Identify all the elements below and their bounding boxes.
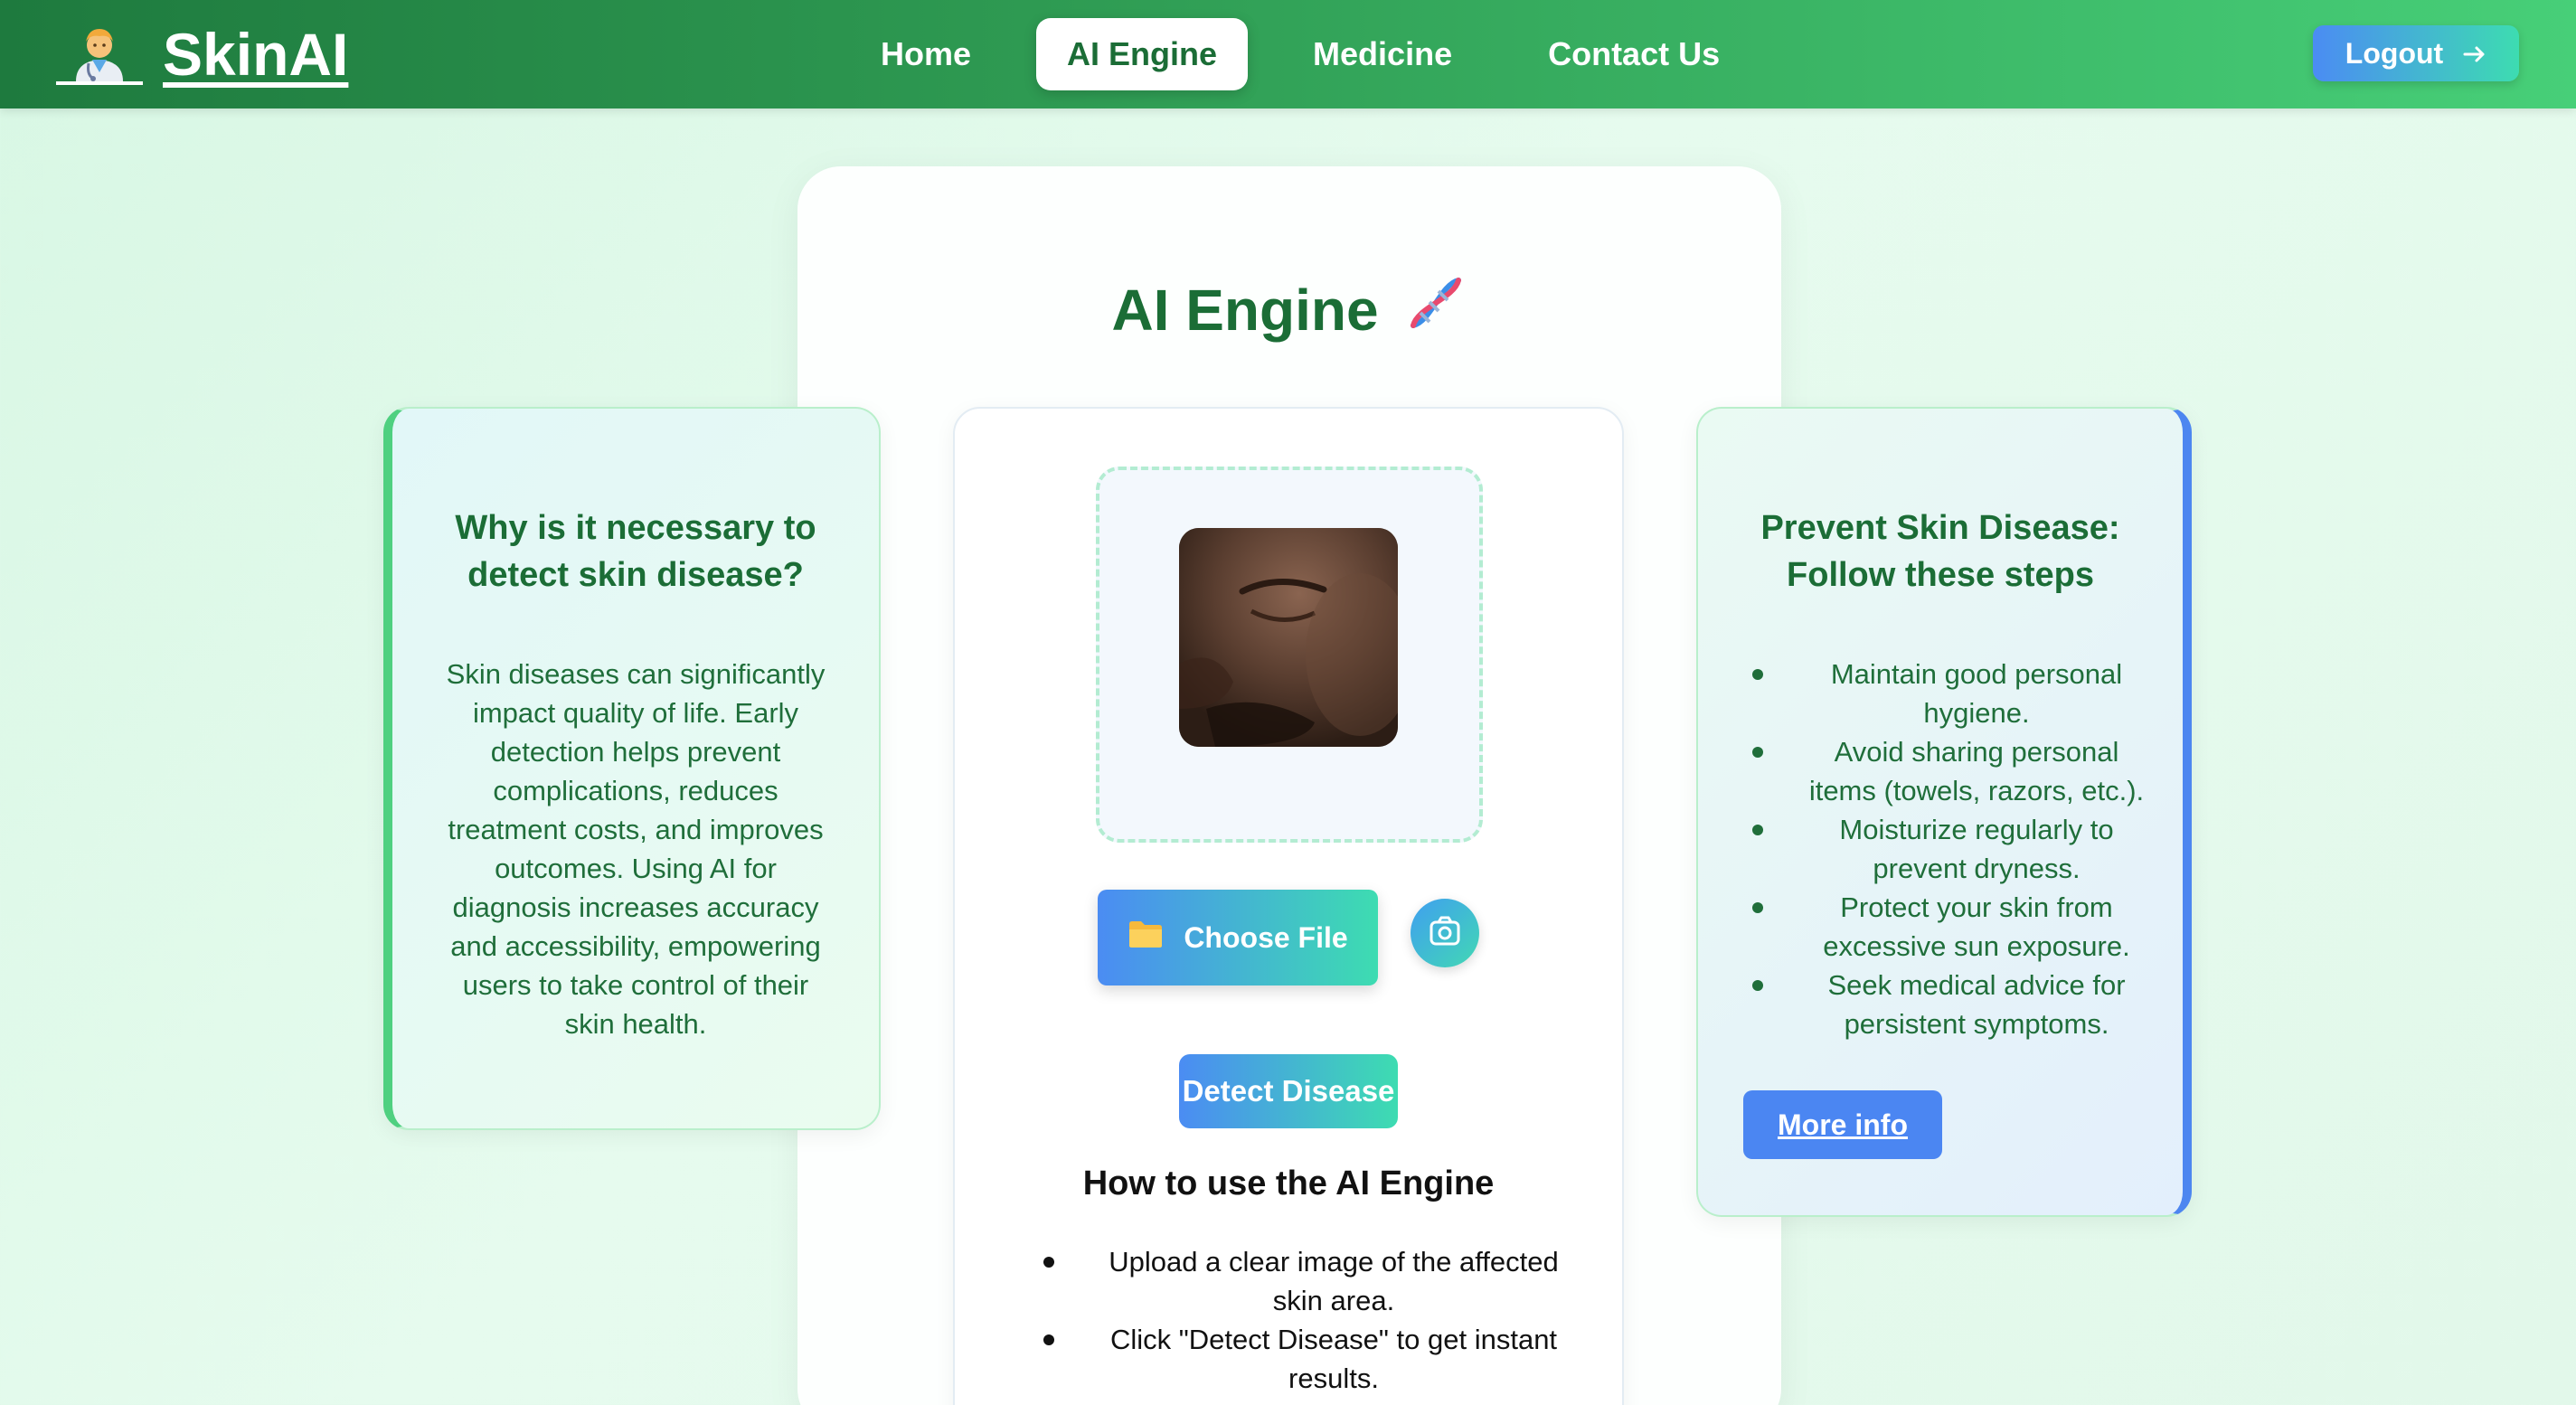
tip-item: Protect your skin from excessive sun exp… bbox=[1752, 888, 2147, 966]
arrow-right-icon bbox=[2463, 37, 2486, 71]
more-info-button[interactable]: More info bbox=[1743, 1090, 1942, 1159]
prevent-card: Prevent Skin Disease: Follow these steps… bbox=[1696, 407, 2192, 1217]
choose-file-label: Choose File bbox=[1184, 920, 1348, 954]
detect-disease-button[interactable]: Detect Disease bbox=[1179, 1054, 1398, 1128]
tip-item: Maintain good personal hygiene. bbox=[1752, 655, 2147, 732]
page-title-text: AI Engine bbox=[1111, 277, 1379, 343]
nav-contact-us[interactable]: Contact Us bbox=[1517, 18, 1750, 90]
why-detect-heading: Why is it necessary to detect skin disea… bbox=[455, 509, 816, 594]
logout-label: Logout bbox=[2345, 36, 2444, 70]
howto-step: Click "Detect Disease" to get instant re… bbox=[1031, 1320, 1582, 1398]
nav-ai-engine[interactable]: AI Engine bbox=[1036, 18, 1249, 90]
doctor-icon bbox=[56, 18, 143, 90]
why-detect-body: Skin diseases can significantly impact q… bbox=[446, 658, 826, 1040]
folder-icon bbox=[1128, 919, 1164, 957]
tip-item: Moisturize regularly to prevent dryness. bbox=[1752, 810, 2147, 888]
tip-item: Seek medical advice for persistent sympt… bbox=[1752, 966, 2147, 1043]
camera-button[interactable] bbox=[1411, 899, 1479, 967]
howto-steps: Upload a clear image of the affected ski… bbox=[1031, 1242, 1582, 1398]
howto-heading: How to use the AI Engine bbox=[1082, 1165, 1495, 1202]
uploaded-image-preview bbox=[1179, 528, 1398, 747]
brand-logo[interactable]: SkinAI bbox=[56, 18, 348, 90]
nav-medicine[interactable]: Medicine bbox=[1282, 18, 1483, 90]
brand-name[interactable]: SkinAI bbox=[163, 20, 348, 89]
logout-button[interactable]: Logout bbox=[2313, 25, 2519, 81]
nav-home[interactable]: Home bbox=[850, 18, 1002, 90]
page-title: AI Engine bbox=[797, 271, 1781, 348]
camera-icon bbox=[1427, 913, 1463, 954]
top-navbar: SkinAI Home AI Engine Medicine Contact U… bbox=[0, 0, 2576, 108]
prevent-heading: Prevent Skin Disease: Follow these steps bbox=[1760, 509, 2120, 594]
tip-item: Avoid sharing personal items (towels, ra… bbox=[1752, 732, 2147, 810]
prevent-tips: Maintain good personal hygiene. Avoid sh… bbox=[1752, 655, 2147, 1043]
main-nav: Home AI Engine Medicine Contact Us bbox=[850, 16, 1785, 92]
howto-step: Upload a clear image of the affected ski… bbox=[1031, 1242, 1582, 1320]
dna-icon bbox=[1404, 271, 1467, 348]
why-detect-card: Why is it necessary to detect skin disea… bbox=[383, 407, 881, 1130]
choose-file-button[interactable]: Choose File bbox=[1098, 890, 1378, 985]
